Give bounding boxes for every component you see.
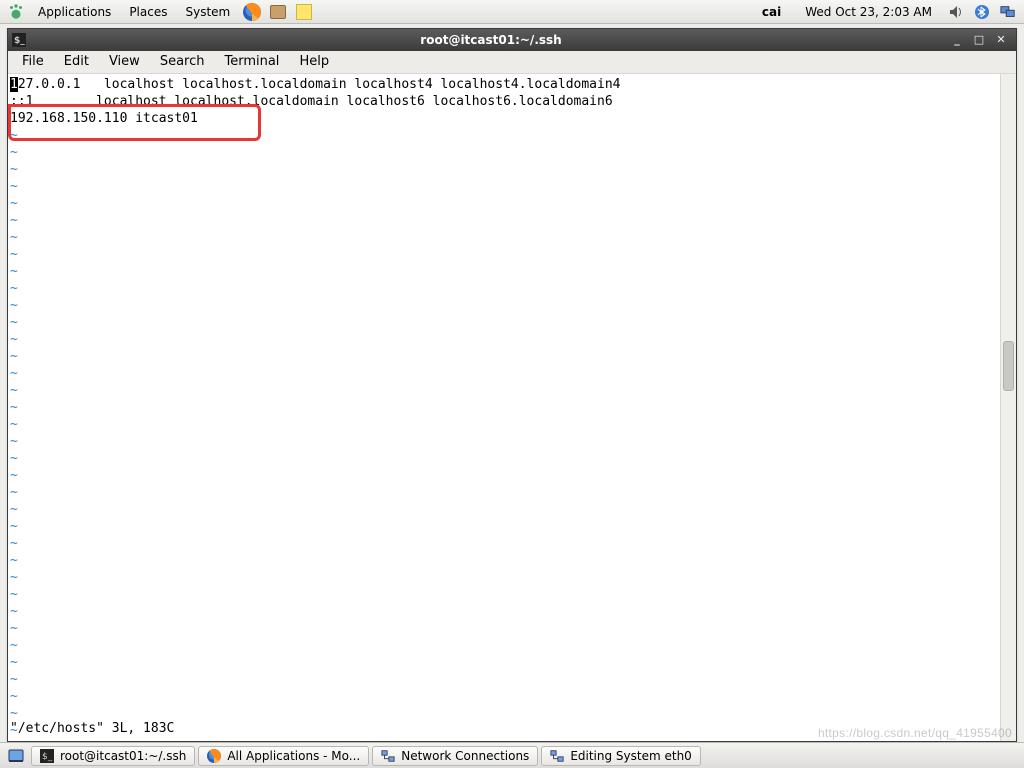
menu-edit[interactable]: Edit xyxy=(54,51,99,72)
display-icon[interactable] xyxy=(999,3,1017,21)
clock[interactable]: Wed Oct 23, 2:03 AM xyxy=(795,5,942,19)
window-close-button[interactable]: ✕ xyxy=(994,33,1008,47)
network-icon xyxy=(381,749,395,763)
firefox-launcher-icon[interactable] xyxy=(243,3,261,21)
top-panel: Applications Places System cai Wed Oct 2… xyxy=(0,0,1024,24)
window-maximize-button[interactable]: □ xyxy=(972,33,986,47)
show-desktop-icon[interactable] xyxy=(7,747,25,765)
window-title: root@itcast01:~/.ssh xyxy=(32,33,950,47)
vim-status-line: "/etc/hosts" 3L, 183C xyxy=(10,720,174,737)
user-indicator[interactable]: cai xyxy=(750,5,793,19)
menu-help[interactable]: Help xyxy=(289,51,339,72)
terminal-viewport[interactable]: 127.0.0.1 localhost localhost.localdomai… xyxy=(8,74,1000,741)
taskbar-item-3[interactable]: Editing System eth0 xyxy=(541,746,701,766)
network-icon xyxy=(550,749,564,763)
taskbar-item-label: Network Connections xyxy=(401,749,529,763)
menu-search[interactable]: Search xyxy=(150,51,215,72)
bluetooth-icon[interactable] xyxy=(973,3,991,21)
bottom-panel: $_ root@itcast01:~/.ssh All Applications -… xyxy=(0,742,1024,768)
taskbar-item-label: root@itcast01:~/.ssh xyxy=(60,749,186,763)
menu-view[interactable]: View xyxy=(99,51,150,72)
firefox-icon xyxy=(207,749,221,763)
scrollbar-track[interactable] xyxy=(1001,74,1016,741)
window-titlebar[interactable]: $_ root@itcast01:~/.ssh _ □ ✕ xyxy=(8,29,1016,51)
gnome-foot-icon xyxy=(7,3,25,21)
menu-places[interactable]: Places xyxy=(121,2,175,22)
watermark-text: https://blog.csdn.net/qq_41955400 xyxy=(818,726,1012,740)
volume-icon[interactable] xyxy=(947,3,965,21)
menu-system[interactable]: System xyxy=(177,2,238,22)
scrollbar-thumb[interactable] xyxy=(1003,341,1014,391)
taskbar-item-2[interactable]: Network Connections xyxy=(372,746,538,766)
note-launcher-icon[interactable] xyxy=(295,3,313,21)
terminal-scrollbar[interactable] xyxy=(1000,74,1016,741)
terminal-menubar: File Edit View Search Terminal Help xyxy=(8,51,1016,74)
taskbar-item-label: All Applications - Mo... xyxy=(227,749,360,763)
taskbar-item-label: Editing System eth0 xyxy=(570,749,692,763)
svg-text:$_: $_ xyxy=(14,36,25,46)
menu-file[interactable]: File xyxy=(12,51,54,72)
terminal-titlebar-icon: $_ xyxy=(12,33,26,47)
taskbar-item-1[interactable]: All Applications - Mo... xyxy=(198,746,369,766)
package-manager-icon[interactable] xyxy=(269,3,287,21)
taskbar-item-0[interactable]: $_ root@itcast01:~/.ssh xyxy=(31,746,195,766)
menu-terminal[interactable]: Terminal xyxy=(214,51,289,72)
svg-text:$_: $_ xyxy=(42,752,53,762)
terminal-window: $_ root@itcast01:~/.ssh _ □ ✕ File Edit … xyxy=(7,28,1017,742)
window-minimize-button[interactable]: _ xyxy=(950,33,964,47)
terminal-icon: $_ xyxy=(40,749,54,763)
menu-applications[interactable]: Applications xyxy=(30,2,119,22)
